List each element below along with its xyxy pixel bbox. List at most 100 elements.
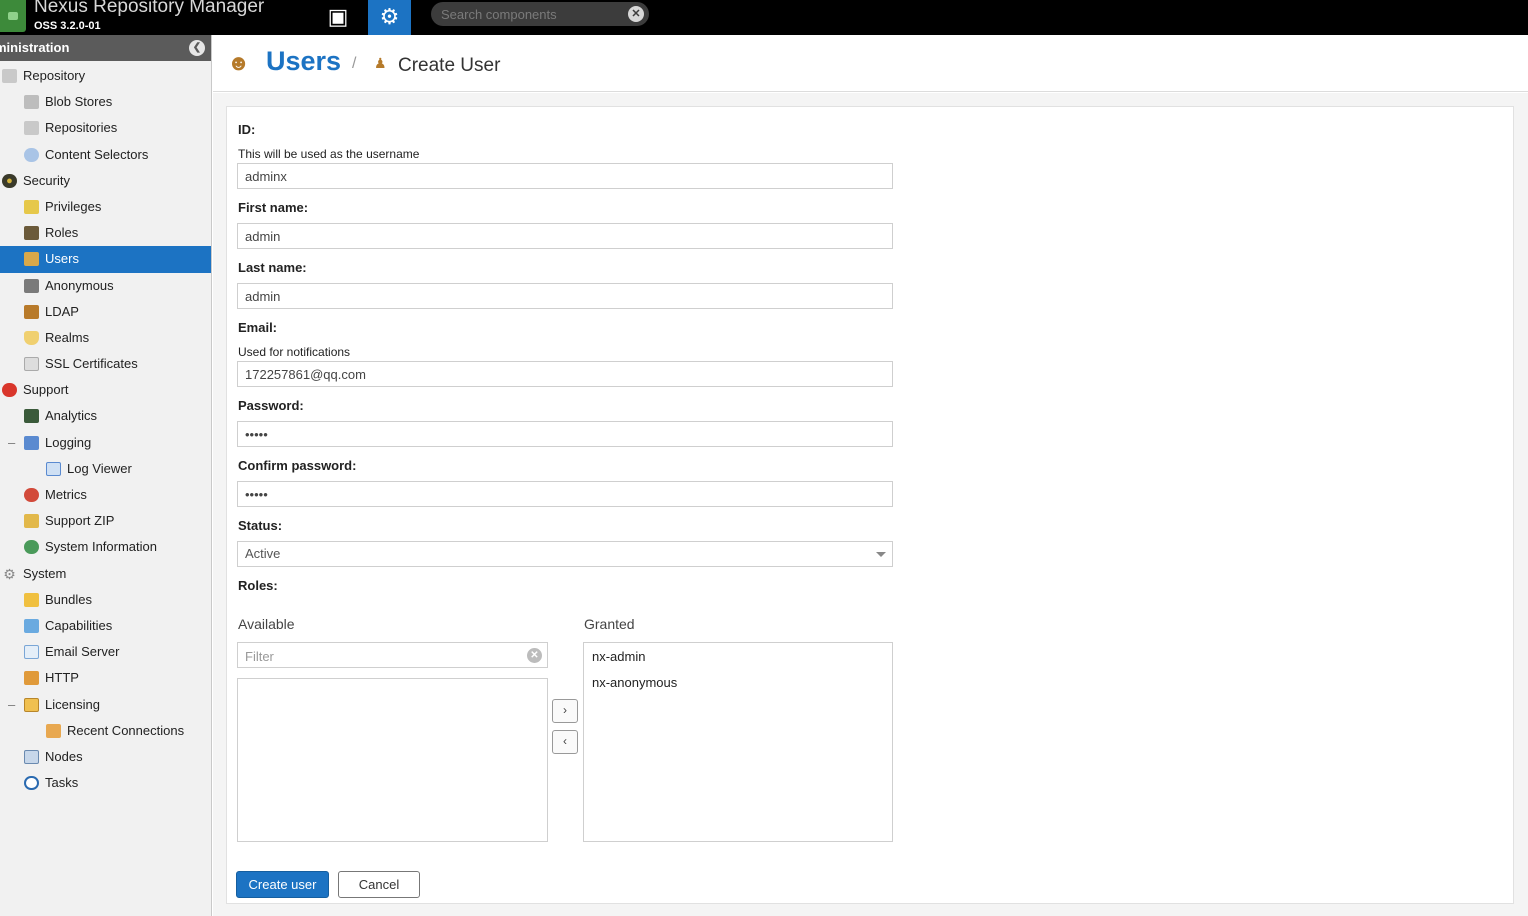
clear-search-icon[interactable]: ✕ — [628, 6, 644, 22]
sidebar-item-label: Privileges — [45, 198, 102, 214]
password-field[interactable] — [237, 421, 893, 447]
available-roles-list[interactable] — [237, 678, 548, 842]
status-selected-value: Active — [245, 546, 281, 561]
sidebar-item-label: Roles — [45, 225, 79, 241]
sidebar-item-repositories[interactable]: Repositories — [0, 115, 211, 141]
granted-role-item[interactable]: nx-anonymous — [592, 675, 677, 690]
sidebar-item-ssl-certificates[interactable]: SSL Certificates — [0, 351, 211, 377]
search-input[interactable] — [441, 5, 621, 23]
cancel-button[interactable]: Cancel — [338, 871, 420, 898]
database-icon — [24, 121, 39, 136]
granted-role-item[interactable]: nx-admin — [592, 649, 645, 664]
first-name-field[interactable] — [237, 223, 893, 249]
collapse-toggle-icon[interactable]: – — [8, 430, 15, 456]
remove-role-button[interactable]: ‹ — [552, 730, 578, 754]
medal-icon — [24, 199, 39, 214]
selector-icon — [24, 147, 39, 162]
sidebar-item-logging[interactable]: – Logging — [0, 430, 211, 456]
sidebar-item-label: Nodes — [45, 748, 83, 764]
hard-drive-icon — [24, 95, 39, 110]
log-viewer-icon — [46, 461, 61, 476]
sidebar-item-anonymous[interactable]: Anonymous — [0, 273, 211, 299]
sidebar-item-nodes[interactable]: Nodes — [0, 744, 211, 770]
sidebar-item-label: Metrics — [45, 487, 87, 502]
create-user-button[interactable]: Create user — [236, 871, 329, 898]
sidebar-item-label: Realms — [45, 329, 90, 345]
confirm-password-field[interactable] — [237, 481, 893, 507]
sidebar-item-support-zip[interactable]: Support ZIP — [0, 508, 211, 534]
sidebar-item-label: LDAP — [45, 303, 79, 319]
roles-label: Roles: — [238, 578, 278, 593]
sidebar-item-label: Tasks — [45, 775, 79, 791]
email-help-text: Used for notifications — [238, 345, 351, 359]
sidebar-item-label: SSL Certificates — [45, 356, 138, 372]
id-field[interactable] — [237, 163, 893, 189]
sidebar-item-system-information[interactable]: System Information — [0, 534, 211, 560]
cube-icon[interactable]: ▣ — [320, 0, 356, 35]
collapse-sidebar-icon[interactable]: ❮ — [189, 40, 205, 56]
users-icon — [24, 252, 39, 267]
nexus-logo[interactable] — [0, 0, 26, 32]
sidebar-item-label: Recent Connections — [67, 722, 185, 738]
puzzle-icon — [24, 592, 39, 607]
sidebar-item-content-selectors[interactable]: Content Selectors — [0, 142, 211, 168]
sidebar: ministration ❮ Repository Blob Stores Re… — [0, 35, 212, 916]
sidebar-item-users[interactable]: Users — [0, 246, 211, 273]
available-roles-label: Available — [238, 616, 295, 632]
role-filter-input[interactable] — [245, 647, 515, 665]
sidebar-item-roles[interactable]: Roles — [0, 220, 211, 246]
sidebar-item-http[interactable]: HTTP — [0, 665, 211, 691]
database-icon — [2, 69, 17, 83]
sidebar-item-blob-stores[interactable]: Blob Stores — [0, 89, 211, 115]
eye-icon: ● — [2, 173, 17, 188]
sidebar-item-recent-connections[interactable]: Recent Connections — [0, 718, 211, 744]
breadcrumb-users-link[interactable]: Users — [266, 46, 341, 77]
clear-filter-icon[interactable]: ✕ — [527, 648, 542, 663]
sidebar-item-label: Licensing — [45, 696, 100, 712]
chart-icon — [24, 409, 39, 424]
admin-tree: Repository Blob Stores Repositories Cont… — [0, 63, 211, 796]
sidebar-item-capabilities[interactable]: Capabilities — [0, 613, 211, 639]
granted-roles-list[interactable]: nx-admin nx-anonymous — [583, 642, 893, 842]
app-version: OSS 3.2.0-01 — [34, 20, 101, 32]
last-name-field[interactable] — [237, 283, 893, 309]
breadcrumb-current: Create User — [398, 55, 501, 76]
sidebar-item-ldap[interactable]: LDAP — [0, 299, 211, 325]
users-icon: ☻ — [227, 50, 251, 75]
sidebar-item-system[interactable]: ⚙ System — [0, 561, 211, 587]
id-label: ID: — [238, 122, 256, 137]
connections-icon — [46, 723, 61, 738]
last-name-label: Last name: — [238, 260, 307, 275]
sidebar-item-privileges[interactable]: Privileges — [0, 194, 211, 220]
sidebar-item-realms[interactable]: Realms — [0, 325, 211, 351]
granted-roles-label: Granted — [584, 616, 635, 632]
sidebar-item-label: Anonymous — [45, 277, 114, 293]
sidebar-item-label: Logging — [45, 434, 92, 450]
sidebar-item-analytics[interactable]: Analytics — [0, 403, 211, 429]
search-box: ✕ — [431, 2, 649, 26]
email-field[interactable] — [237, 361, 893, 387]
add-role-button[interactable]: › — [552, 699, 578, 723]
sidebar-item-label: Repository — [23, 68, 86, 83]
collapse-toggle-icon[interactable]: – — [8, 692, 15, 718]
chevron-down-icon[interactable] — [876, 552, 886, 557]
sidebar-item-email-server[interactable]: Email Server — [0, 639, 211, 665]
sidebar-item-bundles[interactable]: Bundles — [0, 587, 211, 613]
sidebar-item-label: Users — [45, 251, 79, 267]
sidebar-item-security[interactable]: ● Security — [0, 168, 211, 194]
pie-chart-icon — [24, 488, 39, 502]
clock-icon — [24, 776, 39, 791]
sidebar-item-tasks[interactable]: Tasks — [0, 770, 211, 796]
status-select[interactable]: Active — [237, 541, 893, 567]
sidebar-item-label: Repositories — [45, 120, 118, 136]
email-label: Email: — [238, 320, 278, 335]
sidebar-item-log-viewer[interactable]: Log Viewer — [0, 456, 211, 482]
cog-icon: ⚙ — [3, 565, 16, 582]
sidebar-item-metrics[interactable]: Metrics — [0, 482, 211, 508]
gear-icon[interactable]: ⚙ — [368, 0, 411, 35]
sidebar-item-repository[interactable]: Repository — [0, 63, 211, 89]
sidebar-item-support[interactable]: Support — [0, 377, 211, 403]
sidebar-item-licensing[interactable]: – Licensing — [0, 692, 211, 718]
lifebuoy-icon — [2, 383, 17, 398]
capability-icon — [24, 618, 39, 633]
